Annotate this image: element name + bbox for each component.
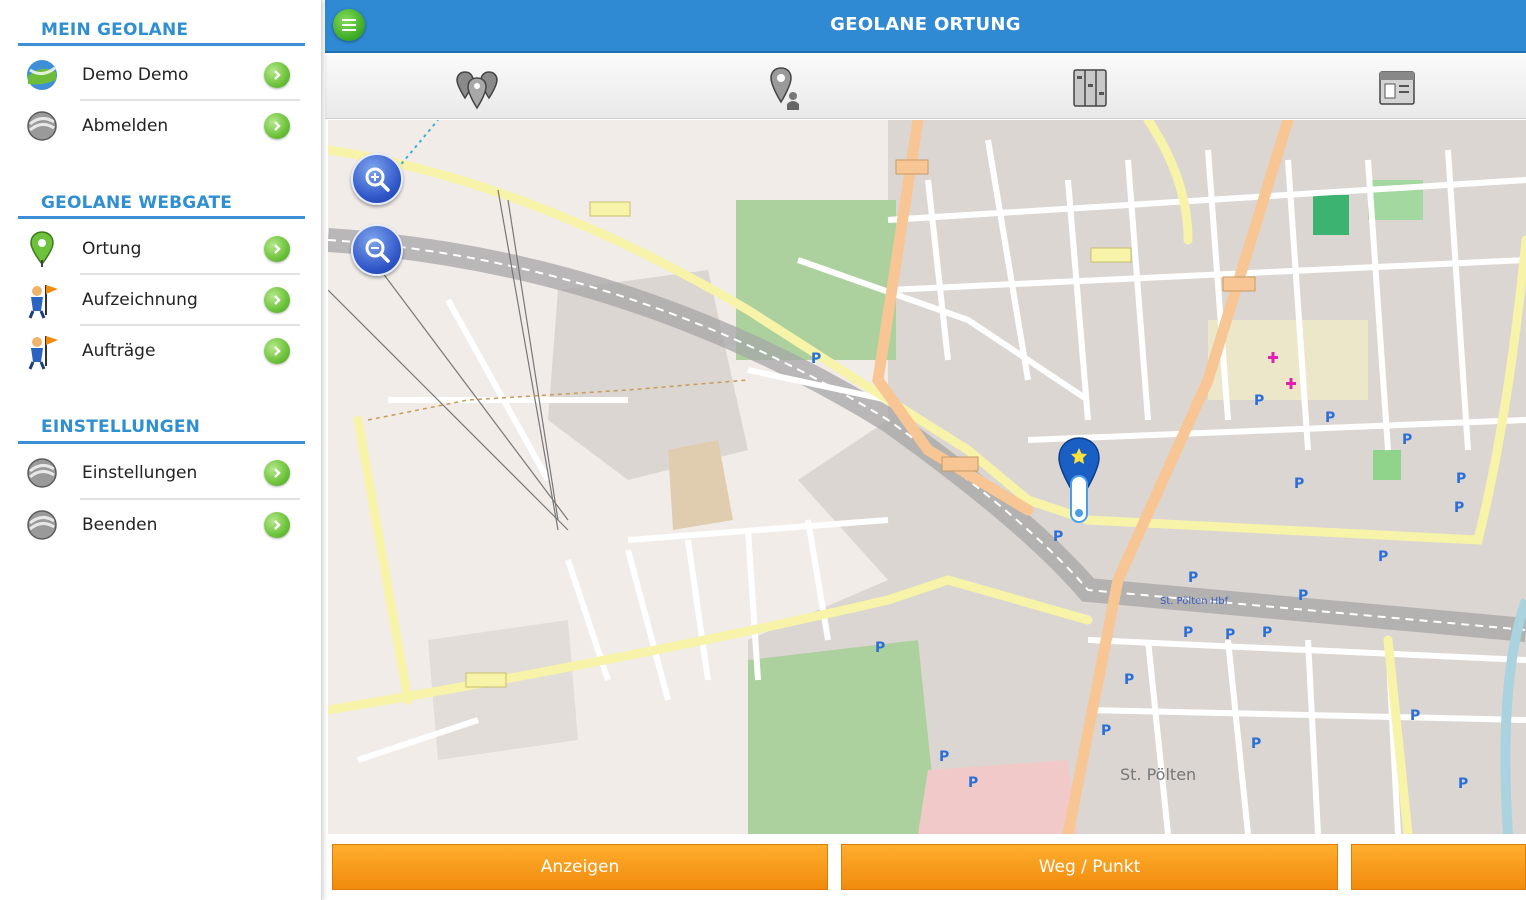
sidebar-item-label: Demo Demo xyxy=(82,65,189,85)
sidebar: MEIN GEOLANE Demo Demo Abmelden GEOLANE … xyxy=(0,0,322,900)
map-view[interactable]: PPP PPP PPP PPP PPP PPP PPP P St. Pölten… xyxy=(328,120,1526,834)
svg-text:P: P xyxy=(1183,625,1193,641)
chevron-right-icon xyxy=(264,113,290,139)
globe-icon xyxy=(20,55,64,95)
svg-text:P: P xyxy=(1225,627,1235,643)
sidebar-item-abmelden[interactable]: Abmelden xyxy=(20,101,300,151)
multi-pin-icon[interactable] xyxy=(449,61,505,115)
disk-icon xyxy=(20,505,64,545)
chevron-right-icon xyxy=(264,236,290,262)
bottom-action-bar: Anzeigen Weg / Punkt xyxy=(325,834,1526,900)
sidebar-item-label: Aufzeichnung xyxy=(82,290,198,310)
svg-text:P: P xyxy=(1456,471,1466,487)
sidebar-item-auftraege[interactable]: Aufträge xyxy=(20,326,300,376)
map-pin-icon xyxy=(20,229,64,269)
svg-text:P: P xyxy=(1251,736,1261,752)
sidebar-item-label: Beenden xyxy=(82,515,158,535)
weg-punkt-button[interactable]: Weg / Punkt xyxy=(841,844,1338,890)
list-columns-icon[interactable] xyxy=(1062,61,1118,115)
svg-text:P: P xyxy=(1298,588,1308,604)
disk-icon xyxy=(20,106,64,146)
svg-text:P: P xyxy=(1101,723,1111,739)
sidebar-item-ortung[interactable]: Ortung xyxy=(20,224,300,274)
section-divider xyxy=(18,441,305,444)
sidebar-item-label: Einstellungen xyxy=(82,463,198,483)
worker-flag-icon xyxy=(20,280,64,320)
sidebar-item-einstellungen[interactable]: Einstellungen xyxy=(20,448,300,498)
svg-text:P: P xyxy=(1053,529,1063,545)
magnifier-minus-icon xyxy=(365,238,390,263)
svg-text:P: P xyxy=(1454,500,1464,516)
svg-text:P: P xyxy=(1458,776,1468,792)
section-title-mein-geolane: MEIN GEOLANE xyxy=(41,20,189,40)
map-label-city: St. Pölten xyxy=(1120,765,1196,784)
chevron-right-icon xyxy=(264,62,290,88)
map-tiles: PPP PPP PPP PPP P PP PPP PPP P St. Pölten… xyxy=(328,120,1526,834)
svg-text:P: P xyxy=(1262,625,1272,641)
svg-text:P: P xyxy=(1402,432,1412,448)
sidebar-item-beenden[interactable]: Beenden xyxy=(20,500,300,550)
sidebar-item-demo-demo[interactable]: Demo Demo xyxy=(20,50,300,100)
magnifier-plus-icon xyxy=(365,167,390,192)
svg-text:P: P xyxy=(811,351,821,367)
app-window: MEIN GEOLANE Demo Demo Abmelden GEOLANE … xyxy=(0,0,1526,900)
disk-icon xyxy=(20,453,64,493)
svg-text:P: P xyxy=(1254,393,1264,409)
svg-text:P: P xyxy=(939,749,949,765)
worker-flag-icon xyxy=(20,331,64,371)
svg-text:P: P xyxy=(1188,570,1198,586)
section-title-einstellungen: EINSTELLUNGEN xyxy=(41,417,201,437)
pin-person-icon[interactable] xyxy=(757,61,813,115)
svg-text:P: P xyxy=(1294,476,1304,492)
anzeigen-button[interactable]: Anzeigen xyxy=(332,844,828,890)
svg-text:P: P xyxy=(1124,672,1134,688)
sidebar-item-label: Abmelden xyxy=(82,116,169,136)
chevron-right-icon xyxy=(264,512,290,538)
sidebar-item-label: Aufträge xyxy=(82,341,156,361)
svg-text:P: P xyxy=(1325,410,1335,426)
page-title: GEOLANE ORTUNG xyxy=(830,14,1021,35)
section-divider xyxy=(18,216,305,219)
svg-text:P: P xyxy=(968,775,978,791)
window-icon[interactable] xyxy=(1369,61,1425,115)
svg-text:P: P xyxy=(1410,708,1420,724)
section-title-geolane-webgate: GEOLANE WEBGATE xyxy=(41,193,233,213)
section-divider xyxy=(18,43,305,46)
zoom-in-button[interactable] xyxy=(351,153,403,205)
svg-text:P: P xyxy=(1378,549,1388,565)
third-action-button[interactable] xyxy=(1351,844,1526,890)
sidebar-item-aufzeichnung[interactable]: Aufzeichnung xyxy=(20,275,300,325)
svg-text:P: P xyxy=(875,640,885,656)
sidebar-item-label: Ortung xyxy=(82,239,142,259)
chevron-right-icon xyxy=(264,460,290,486)
chevron-right-icon xyxy=(264,338,290,364)
toolbar xyxy=(325,55,1526,119)
chevron-right-icon xyxy=(264,287,290,313)
map-label-station: St. Pölten Hbf xyxy=(1160,596,1229,607)
app-header: GEOLANE ORTUNG xyxy=(325,0,1526,53)
zoom-out-button[interactable] xyxy=(351,224,403,276)
